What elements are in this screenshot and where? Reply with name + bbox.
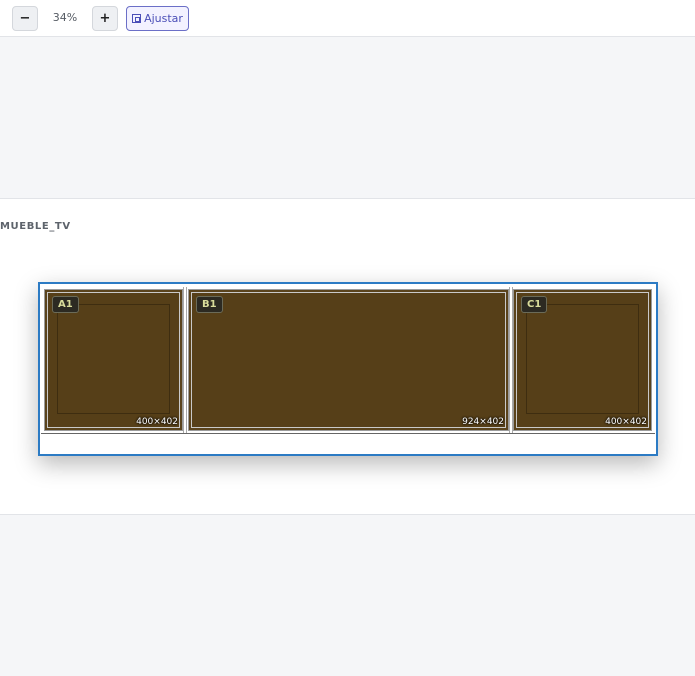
module-tag: A1: [52, 296, 79, 313]
module-tag: C1: [521, 296, 548, 313]
module-frame: [191, 292, 506, 428]
door-panel: [526, 304, 639, 414]
zoom-level: 34%: [52, 11, 78, 24]
door-panel: [57, 304, 170, 414]
cabinet-body: A1 400×402 B1 924×402 C1 400×402: [41, 285, 655, 434]
module-tag: B1: [196, 296, 223, 313]
module-dimensions: 400×402: [605, 417, 647, 427]
zoom-in-button[interactable]: +: [92, 6, 118, 31]
furniture-selection[interactable]: A1 400×402 B1 924×402 C1 400×402: [38, 282, 658, 456]
furniture-name-label: MUEBLE_TV: [0, 221, 71, 232]
module-a1[interactable]: A1 400×402: [44, 289, 183, 431]
zoom-toolbar: − 34% + Ajustar: [0, 0, 695, 37]
module-dimensions: 924×402: [462, 417, 504, 427]
module-b1[interactable]: B1 924×402: [188, 289, 509, 431]
module-c1[interactable]: C1 400×402: [513, 289, 652, 431]
module-divider[interactable]: [183, 287, 187, 433]
fit-button[interactable]: Ajustar: [126, 6, 189, 31]
fit-button-label: Ajustar: [144, 12, 183, 25]
fit-frame-icon: [132, 14, 142, 23]
module-dimensions: 400×402: [136, 417, 178, 427]
zoom-out-button[interactable]: −: [12, 6, 38, 31]
design-canvas[interactable]: MUEBLE_TV A1 400×402 B1 924×402 C1 400×4…: [0, 198, 695, 515]
